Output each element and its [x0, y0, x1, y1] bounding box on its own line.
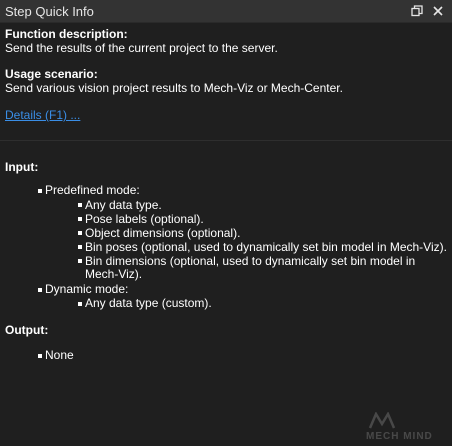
panel-title-bar: Step Quick Info [0, 0, 452, 23]
usage-scenario-heading: Usage scenario: [5, 67, 98, 81]
bullet [78, 259, 82, 263]
mech-mind-logo-icon [368, 412, 396, 429]
function-description-heading: Function description: [5, 27, 128, 41]
input-heading: Input: [5, 160, 39, 174]
mech-mind-watermark: MECH MIND [366, 412, 446, 442]
dynamic-mode-label: Dynamic mode: [45, 282, 129, 296]
bullet [38, 189, 42, 193]
list-item: Any data type (custom). [85, 296, 212, 310]
bullet [78, 231, 82, 235]
section-divider [0, 140, 452, 141]
list-item: Bin poses (optional, used to dynamically… [85, 240, 447, 254]
close-icon[interactable] [430, 3, 446, 19]
list-item-continuation: Mech-Viz). [85, 267, 143, 281]
bullet [78, 302, 82, 306]
output-heading: Output: [5, 323, 49, 337]
output-item: None [45, 348, 74, 362]
panel-title: Step Quick Info [5, 4, 94, 19]
bullet [78, 217, 82, 221]
bullet [78, 203, 82, 207]
list-item: Object dimensions (optional). [85, 226, 241, 240]
function-description-text: Send the results of the current project … [5, 41, 278, 55]
restore-window-icon[interactable] [409, 3, 425, 19]
predefined-mode-label: Predefined mode: [45, 183, 140, 197]
bullet [78, 245, 82, 249]
watermark-text: MECH MIND [366, 431, 433, 442]
details-link[interactable]: Details (F1) ... [5, 108, 80, 122]
quick-info-content: Function description: Send the results o… [0, 23, 452, 446]
bullet [38, 288, 42, 292]
list-item: Any data type. [85, 198, 162, 212]
bullet [38, 354, 42, 358]
list-item: Pose labels (optional). [85, 212, 204, 226]
usage-scenario-text: Send various vision project results to M… [5, 81, 343, 95]
